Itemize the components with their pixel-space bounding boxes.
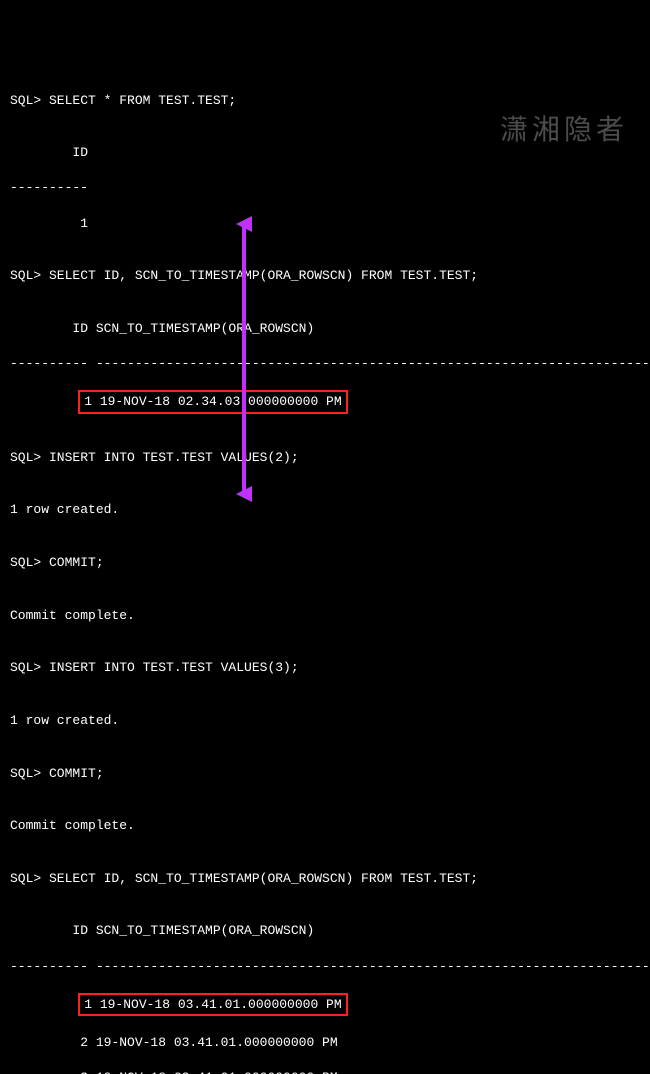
row-indent (10, 394, 80, 409)
sql-line: SQL> SELECT ID, SCN_TO_TIMESTAMP(ORA_ROW… (10, 267, 640, 285)
divider-line: ---------- (10, 179, 640, 197)
divider-line: ---------- -----------------------------… (10, 958, 640, 976)
row-indent (10, 997, 80, 1012)
sql-line: SQL> COMMIT; (10, 765, 640, 783)
status-line: 1 row created. (10, 712, 640, 730)
result-row: 1 (10, 215, 640, 233)
terminal-output: SQL> SELECT * FROM TEST.TEST; ID -------… (10, 74, 640, 1074)
sql-line: SQL> INSERT INTO TEST.TEST VALUES(2); (10, 449, 640, 467)
sql-line: SQL> SELECT * FROM TEST.TEST; (10, 92, 640, 110)
column-header: ID SCN_TO_TIMESTAMP(ORA_ROWSCN) (10, 320, 640, 338)
highlight-box-before: 1 19-NOV-18 02.34.03.000000000 PM (78, 390, 347, 414)
column-header: ID (10, 144, 640, 162)
sql-line: SQL> COMMIT; (10, 554, 640, 572)
divider-line: ---------- -----------------------------… (10, 355, 640, 373)
result-row-highlighted: 1 19-NOV-18 03.41.01.000000000 PM (10, 993, 640, 1017)
highlight-box-after: 1 19-NOV-18 03.41.01.000000000 PM (78, 993, 347, 1017)
status-line: 1 row created. (10, 501, 640, 519)
sql-line: SQL> SELECT ID, SCN_TO_TIMESTAMP(ORA_ROW… (10, 870, 640, 888)
status-line: Commit complete. (10, 817, 640, 835)
status-line: Commit complete. (10, 607, 640, 625)
sql-line: SQL> INSERT INTO TEST.TEST VALUES(3); (10, 659, 640, 677)
result-row: 3 19-NOV-18 03.41.01.000000000 PM (10, 1069, 640, 1074)
column-header: ID SCN_TO_TIMESTAMP(ORA_ROWSCN) (10, 922, 640, 940)
result-row-highlighted: 1 19-NOV-18 02.34.03.000000000 PM (10, 390, 640, 414)
result-row: 2 19-NOV-18 03.41.01.000000000 PM (10, 1034, 640, 1052)
